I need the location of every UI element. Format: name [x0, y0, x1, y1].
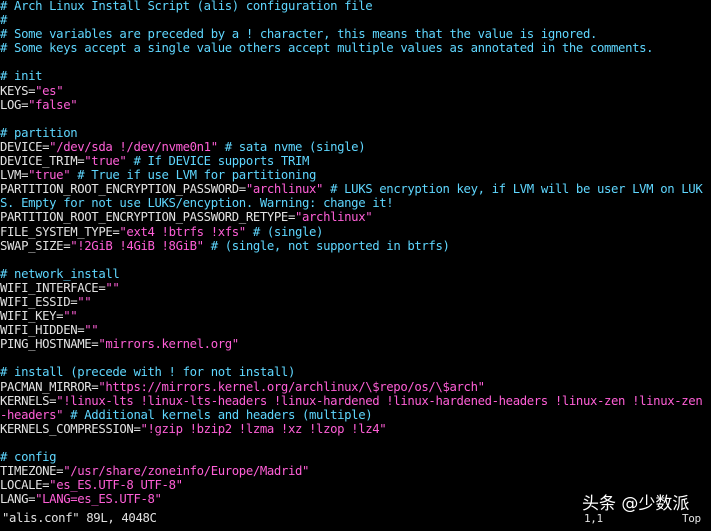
syntax-config-key: LANG= — [0, 492, 36, 507]
editor-line[interactable]: KEYS="es" — [0, 84, 711, 98]
syntax-config-key: PARTITION_ROOT_ENCRYPTION_PASSWORD_RETYP… — [0, 210, 295, 225]
syntax-comment: # (single, not supported in btrfs) — [203, 238, 450, 253]
editor-line[interactable] — [0, 253, 711, 267]
editor-line[interactable]: # partition — [0, 126, 711, 140]
syntax-string-value: "https://mirrors.kernel.org/archlinux/\$… — [98, 379, 485, 394]
editor-line[interactable]: # install (precede with ! for not instal… — [0, 365, 711, 379]
syntax-comment: # init — [0, 69, 43, 84]
editor-line[interactable] — [0, 351, 711, 365]
syntax-string-value: "archlinux" — [294, 210, 373, 225]
syntax-string-value: "!gzip !bzip2 !lzma !xz !lzop !lz4" — [140, 421, 387, 436]
editor-line[interactable]: PARTITION_ROOT_ENCRYPTION_PASSWORD="arch… — [0, 182, 711, 196]
editor-line[interactable]: FILE_SYSTEM_TYPE="ext4 !btrfs !xfs" # (s… — [0, 225, 711, 239]
syntax-config-key: TIMEZONE= — [0, 464, 64, 479]
editor-line[interactable]: WIFI_ESSID="" — [0, 295, 711, 309]
syntax-string-value: "true" — [84, 154, 127, 169]
syntax-string-value: -headers" — [0, 407, 64, 422]
syntax-config-key: LOG= — [0, 97, 29, 112]
watermark: 头条 @少数派 — [582, 494, 690, 514]
editor-line[interactable]: TIMEZONE="/usr/share/zoneinfo/Europe/Mad… — [0, 464, 711, 478]
syntax-comment: # LUKS encryption key, if LVM will be us… — [323, 182, 703, 197]
syntax-comment: # Some variables are preceded by a ! cha… — [0, 27, 597, 42]
syntax-config-key: KERNELS_COMPRESSION= — [0, 421, 141, 436]
syntax-config-key: WIFI_INTERFACE= — [0, 280, 106, 295]
syntax-string-value: "" — [105, 280, 120, 295]
editor-line[interactable]: # init — [0, 69, 711, 83]
editor-line[interactable]: WIFI_INTERFACE="" — [0, 281, 711, 295]
editor-line[interactable]: # Some variables are preceded by a ! cha… — [0, 27, 711, 41]
syntax-comment: # Arch Linux Install Script (alis) confi… — [0, 0, 373, 13]
syntax-comment: # network_install — [0, 266, 120, 281]
syntax-comment: # install (precede with ! for not instal… — [0, 365, 295, 380]
syntax-config-key: LOCALE= — [0, 478, 50, 493]
syntax-string-value: "/usr/share/zoneinfo/Europe/Madrid" — [63, 464, 310, 479]
syntax-string-value: "false" — [28, 97, 78, 112]
syntax-string-value: "true" — [28, 168, 71, 183]
editor-line[interactable]: WIFI_KEY="" — [0, 309, 711, 323]
syntax-comment: # Additional kernels and headers (multip… — [63, 407, 373, 422]
editor-line[interactable]: LVM="true" # True if use LVM for partiti… — [0, 168, 711, 182]
terminal-screen[interactable]: # Arch Linux Install Script (alis) confi… — [0, 0, 711, 531]
editor-line[interactable]: PING_HOSTNAME="mirrors.kernel.org" — [0, 337, 711, 351]
syntax-comment: # True if use LVM for partitioning — [70, 168, 317, 183]
syntax-comment: S. Empty for not use LUKS/encyption. War… — [0, 196, 394, 211]
editor-line[interactable]: WIFI_HIDDEN="" — [0, 323, 711, 337]
syntax-config-key: PING_HOSTNAME= — [0, 337, 99, 352]
syntax-string-value: "" — [77, 294, 92, 309]
syntax-config-key: WIFI_KEY= — [0, 309, 64, 324]
syntax-comment: # partition — [0, 125, 78, 140]
editor-line[interactable]: LOG="false" — [0, 98, 711, 112]
syntax-string-value: "archlinux" — [245, 182, 324, 197]
syntax-config-key: LVM= — [0, 168, 29, 183]
editor-line[interactable]: PARTITION_ROOT_ENCRYPTION_PASSWORD_RETYP… — [0, 210, 711, 224]
syntax-string-value: "mirrors.kernel.org" — [98, 337, 239, 352]
editor-line[interactable]: # network_install — [0, 267, 711, 281]
editor-line[interactable] — [0, 112, 711, 126]
syntax-string-value: "" — [84, 323, 99, 338]
syntax-comment: # (single) — [245, 224, 324, 239]
syntax-string-value: "es_ES.UTF-8 UTF-8" — [49, 478, 183, 493]
syntax-config-key: FILE_SYSTEM_TYPE= — [0, 224, 120, 239]
syntax-config-key: PACMAN_MIRROR= — [0, 379, 99, 394]
syntax-string-value: "/dev/sda !/dev/nvme0n1" — [49, 139, 218, 154]
syntax-config-key: KEYS= — [0, 83, 36, 98]
editor-line[interactable] — [0, 436, 711, 450]
syntax-config-key: DEVICE= — [0, 139, 50, 154]
syntax-comment: # If DEVICE supports TRIM — [126, 154, 310, 169]
syntax-string-value: "!linux-lts !linux-lts-headers !linux-ha… — [56, 393, 703, 408]
syntax-config-key: SWAP_SIZE= — [0, 238, 71, 253]
syntax-string-value: "es" — [35, 83, 64, 98]
syntax-comment: # config — [0, 450, 57, 464]
syntax-string-value: "ext4 !btrfs !xfs" — [119, 224, 246, 239]
syntax-comment: # — [0, 13, 8, 28]
syntax-config-key: KERNELS= — [0, 393, 57, 408]
editor-line[interactable]: DEVICE="/dev/sda !/dev/nvme0n1" # sata n… — [0, 140, 711, 154]
editor-line[interactable]: SWAP_SIZE="!2GiB !4GiB !8GiB" # (single,… — [0, 239, 711, 253]
editor-line[interactable]: KERNELS="!linux-lts !linux-lts-headers !… — [0, 394, 711, 408]
syntax-comment: # sata nvme (single) — [217, 139, 366, 154]
editor-line[interactable]: # Some keys accept a single value others… — [0, 41, 711, 55]
syntax-config-key: WIFI_HIDDEN= — [0, 323, 85, 338]
syntax-config-key: WIFI_ESSID= — [0, 294, 78, 309]
editor-line[interactable]: PACMAN_MIRROR="https://mirrors.kernel.or… — [0, 380, 711, 394]
syntax-string-value: "LANG=es_ES.UTF-8" — [35, 492, 162, 507]
status-file-info: "alis.conf" 89L, 4048C — [2, 511, 157, 525]
syntax-comment: # Some keys accept a single value others… — [0, 41, 654, 56]
editor-line[interactable]: -headers" # Additional kernels and heade… — [0, 408, 711, 422]
vim-editor-buffer[interactable]: # Arch Linux Install Script (alis) confi… — [0, 0, 711, 506]
editor-line[interactable]: S. Empty for not use LUKS/encyption. War… — [0, 196, 711, 210]
editor-line[interactable]: # config — [0, 450, 711, 464]
syntax-string-value: "" — [63, 309, 78, 324]
editor-line[interactable]: # Arch Linux Install Script (alis) confi… — [0, 0, 711, 13]
syntax-config-key: PARTITION_ROOT_ENCRYPTION_PASSWORD= — [0, 182, 246, 197]
editor-line[interactable]: DEVICE_TRIM="true" # If DEVICE supports … — [0, 154, 711, 168]
syntax-string-value: "!2GiB !4GiB !8GiB" — [70, 238, 204, 253]
editor-line[interactable]: # — [0, 13, 711, 27]
editor-line[interactable]: KERNELS_COMPRESSION="!gzip !bzip2 !lzma … — [0, 422, 711, 436]
editor-line[interactable] — [0, 55, 711, 69]
syntax-config-key: DEVICE_TRIM= — [0, 154, 85, 169]
